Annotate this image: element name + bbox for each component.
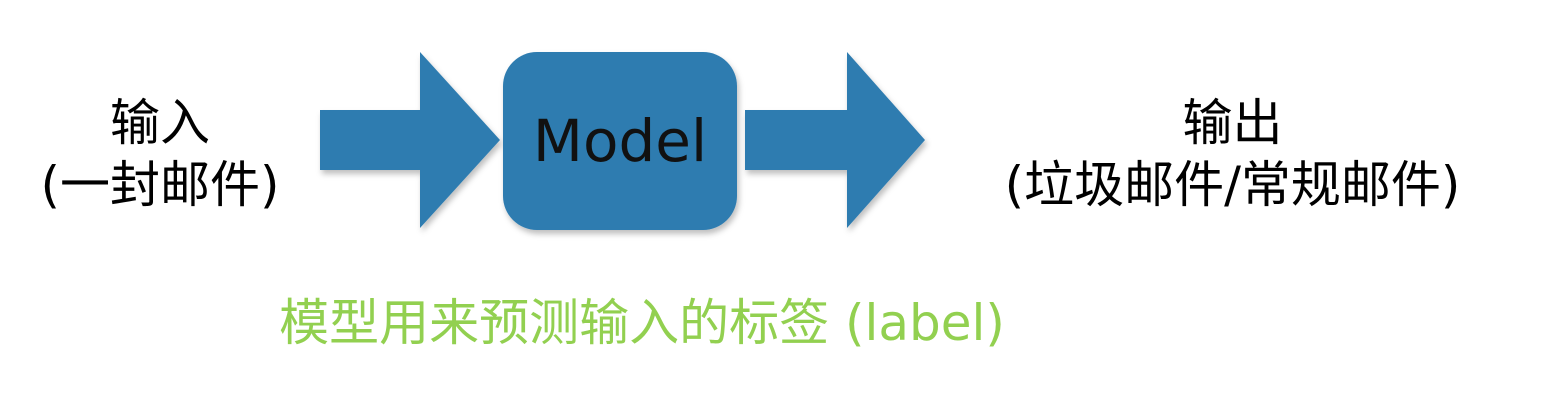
input-arrow	[320, 52, 500, 228]
output-label-line2: (垃圾邮件/常规邮件)	[1004, 156, 1461, 214]
input-label-line2: (一封邮件)	[40, 156, 280, 214]
output-label: 输出 (垃圾邮件/常规邮件)	[935, 92, 1530, 216]
model-label: Model	[532, 107, 708, 175]
output-label-line1: 输出	[1182, 94, 1283, 152]
input-label-line1: 输入	[110, 94, 210, 152]
output-arrow	[745, 52, 925, 228]
input-label: 输入 (一封邮件)	[0, 92, 320, 216]
caption: 模型用来预测输入的标签 (label)	[279, 294, 1005, 352]
